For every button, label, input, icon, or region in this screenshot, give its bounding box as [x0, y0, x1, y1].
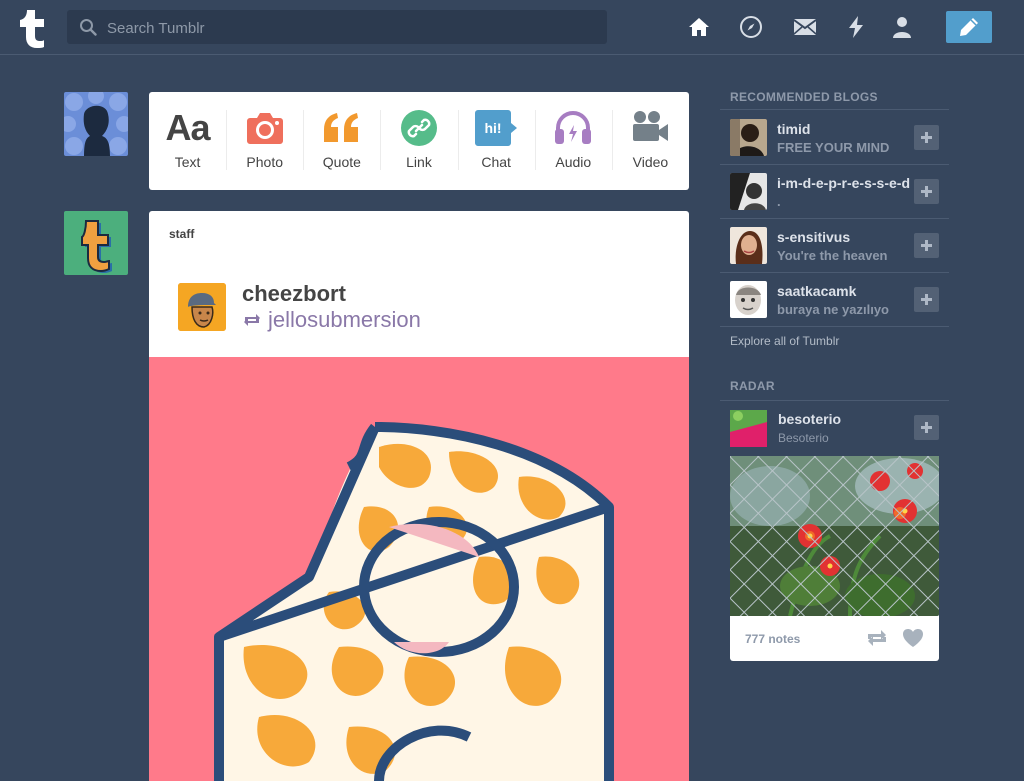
search-icon [80, 19, 97, 36]
blog-avatar[interactable] [730, 410, 767, 447]
blog-avatar[interactable] [730, 227, 767, 264]
blog-avatar[interactable] [730, 281, 767, 318]
notes-count[interactable]: 777 notes [745, 632, 800, 646]
recommended-blog-item[interactable]: s-ensitivus You're the heaven [720, 218, 949, 273]
radar-heading: RADAR [730, 379, 775, 393]
blog-avatar[interactable] [730, 119, 767, 156]
post-author-avatar[interactable] [64, 211, 128, 275]
blog-description: Besoterio [778, 431, 829, 445]
activity-lightning-icon[interactable] [843, 14, 869, 40]
post-type-label: Video [632, 154, 669, 170]
like-heart-icon[interactable] [902, 628, 924, 648]
recommended-blog-item[interactable]: i-m-d-e-p-r-e-s-s-e-d . [720, 164, 949, 219]
account-person-icon[interactable] [889, 14, 915, 40]
plus-icon [921, 294, 932, 305]
tumblr-logo[interactable] [17, 6, 49, 48]
post-type-text[interactable]: Aa Text [149, 92, 226, 190]
blog-description: FREE YOUR MIND [777, 140, 890, 155]
follow-button[interactable] [914, 415, 939, 440]
radar-photo-flowers[interactable] [730, 456, 939, 616]
reblog-icon [244, 314, 260, 326]
video-camera-icon [631, 108, 669, 148]
post-type-label: Quote [322, 154, 361, 170]
post-type-bar: Aa Text Photo Quote Link hi! Chat Audio [149, 92, 689, 190]
headphones-icon [554, 108, 592, 148]
user-avatar[interactable] [64, 92, 128, 156]
text-aa-icon: Aa [165, 107, 211, 148]
recommended-blogs-heading: RECOMMENDED BLOGS [730, 90, 878, 104]
top-navbar [0, 0, 1024, 55]
compose-button[interactable] [946, 11, 992, 43]
reblogger-name[interactable]: cheezbort [242, 281, 346, 307]
post-type-video[interactable]: Video [611, 92, 689, 190]
explore-compass-icon[interactable] [738, 14, 764, 40]
post-type-label: Text [174, 154, 201, 170]
blog-description: . [777, 194, 781, 209]
recommended-blog-item[interactable]: timid FREE YOUR MIND [720, 110, 949, 165]
blog-name[interactable]: timid [777, 121, 927, 137]
post-type-label: Chat [481, 154, 511, 170]
divider [720, 400, 949, 401]
blog-avatar[interactable] [730, 173, 767, 210]
radar-post: 777 notes [730, 456, 939, 661]
blog-name[interactable]: i-m-d-e-p-r-e-s-s-e-d [777, 175, 927, 191]
pencil-icon [960, 18, 978, 36]
explore-all-link[interactable]: Explore all of Tumblr [730, 334, 839, 348]
reblog-source-name: jellosubmersion [268, 307, 421, 332]
post-type-label: Photo [246, 154, 283, 170]
search-input[interactable] [105, 10, 599, 46]
dashboard-post: staff cheezbort jellosubmersion [149, 211, 689, 781]
blog-name[interactable]: saatkacamk [777, 283, 927, 299]
blog-description: You're the heaven [777, 248, 888, 263]
plus-icon [921, 240, 932, 251]
camera-icon [246, 108, 284, 148]
follow-button[interactable] [914, 125, 939, 150]
reblogger-avatar[interactable] [178, 283, 226, 331]
follow-button[interactable] [914, 287, 939, 312]
reblog-icon[interactable] [866, 628, 888, 648]
plus-icon [921, 132, 932, 143]
svg-text:hi!: hi! [485, 120, 502, 136]
blog-description: buraya ne yazılıyo [777, 302, 889, 317]
blog-name[interactable]: s-ensitivus [777, 229, 927, 245]
follow-button[interactable] [914, 233, 939, 258]
blog-name[interactable]: besoterio [778, 411, 841, 427]
post-type-audio[interactable]: Audio [534, 92, 612, 190]
post-image-cheese[interactable] [149, 357, 689, 781]
post-type-label: Link [406, 154, 432, 170]
plus-icon [921, 186, 932, 197]
inbox-mail-icon[interactable] [792, 14, 818, 40]
home-icon[interactable] [686, 14, 712, 40]
plus-icon [921, 422, 932, 433]
radar-blog[interactable]: besoterio Besoterio [720, 402, 949, 456]
reblog-source[interactable]: jellosubmersion [242, 307, 421, 333]
post-type-link[interactable]: Link [380, 92, 457, 190]
post-type-label: Audio [555, 154, 592, 170]
chat-icon: hi! [475, 108, 518, 148]
link-icon [400, 108, 437, 148]
quote-icon [322, 108, 362, 148]
post-author-name[interactable]: staff [169, 227, 194, 241]
recommended-blog-item[interactable]: saatkacamk buraya ne yazılıyo [720, 272, 949, 327]
post-type-photo[interactable]: Photo [226, 92, 303, 190]
post-type-chat[interactable]: hi! Chat [457, 92, 535, 190]
follow-button[interactable] [914, 179, 939, 204]
post-type-quote[interactable]: Quote [303, 92, 380, 190]
search-bar[interactable] [67, 10, 607, 46]
